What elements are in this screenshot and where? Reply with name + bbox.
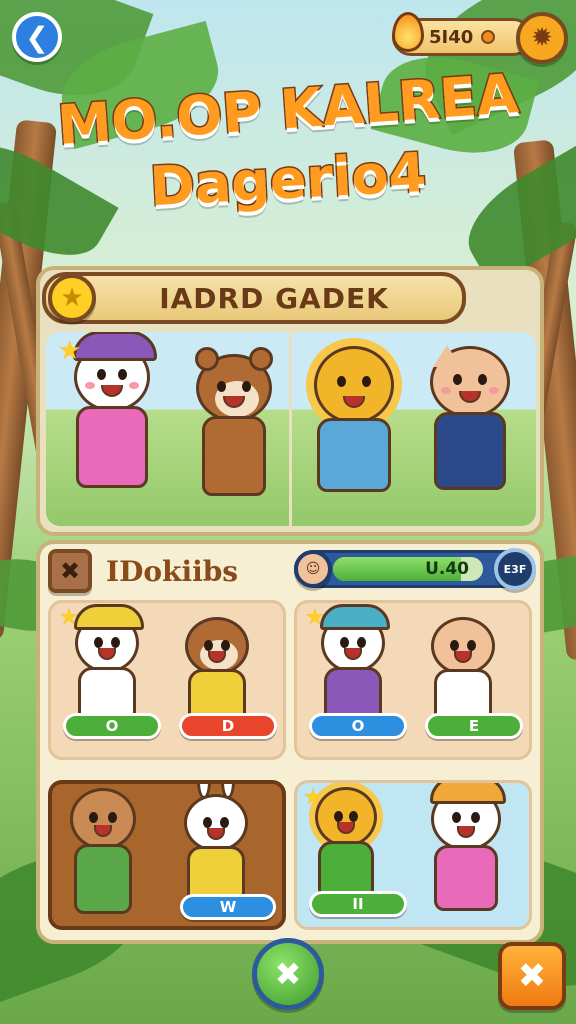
coin-value: 5I40 [429, 26, 474, 48]
progress-avatar: ☺ [294, 550, 332, 588]
collection-close-button[interactable]: ✖ [48, 549, 92, 593]
progress-badge: E3F [494, 548, 536, 590]
card-3-pill[interactable]: W [180, 894, 276, 920]
collection-card-2[interactable]: ★ O E [294, 600, 532, 760]
card-2-pill-a[interactable]: O [309, 713, 407, 739]
character-sun[interactable] [314, 346, 394, 492]
confirm-button[interactable]: ✖ [252, 938, 324, 1010]
character-cat-purple [320, 604, 390, 727]
star-icon: ★ [303, 785, 323, 810]
close-icon: ✖ [59, 557, 81, 585]
progress-badge-label: E3F [503, 562, 527, 576]
card-2-pill-b[interactable]: E [425, 713, 523, 739]
chevron-left-icon: ❮ [25, 20, 49, 54]
close-button[interactable]: ✖ [498, 942, 566, 1010]
star-icon: ★ [58, 336, 82, 366]
collection-header: ✖ IDokiibs [48, 548, 238, 594]
character-boy-yellow-hat [74, 604, 144, 727]
face-icon: ☺ [305, 561, 321, 577]
gear-icon: ✹ [531, 23, 553, 53]
featured-scene[interactable]: ★ [46, 332, 536, 526]
character-sun-green [315, 787, 377, 899]
settings-button[interactable]: ✹ [516, 12, 568, 64]
featured-banner-label: IADRD GADEK [159, 281, 389, 315]
character-cat-pink[interactable] [73, 332, 157, 488]
card-1-pill-b[interactable]: D [179, 713, 277, 739]
collection-title: IDokiibs [106, 554, 239, 588]
back-button[interactable]: ❮ [12, 12, 62, 62]
coin-dot-icon [481, 30, 496, 44]
character-kangaroo [70, 788, 136, 914]
progress-bar-track: U.40 [333, 557, 483, 581]
star-icon: ★ [60, 283, 84, 313]
flame-icon [392, 12, 424, 52]
collection-card-1[interactable]: ★ O D [48, 600, 286, 760]
featured-badge: ★ [48, 274, 96, 322]
star-icon: ★ [59, 605, 79, 630]
character-bear[interactable] [195, 347, 273, 496]
card-4-pill[interactable]: II [309, 891, 407, 917]
star-icon: ★ [305, 605, 325, 630]
featured-banner: IADRD GADEK [42, 272, 466, 324]
card-1-pill-a[interactable]: O [63, 713, 161, 739]
character-cat-pink-hat [430, 783, 506, 911]
progress-value: U.40 [425, 559, 469, 579]
collection-card-3[interactable]: W [48, 780, 286, 930]
close-icon: ✖ [517, 956, 547, 996]
character-cat-navy[interactable] [430, 345, 510, 490]
close-icon: ✖ [274, 955, 302, 993]
collection-card-4[interactable]: ★ II [294, 780, 532, 930]
